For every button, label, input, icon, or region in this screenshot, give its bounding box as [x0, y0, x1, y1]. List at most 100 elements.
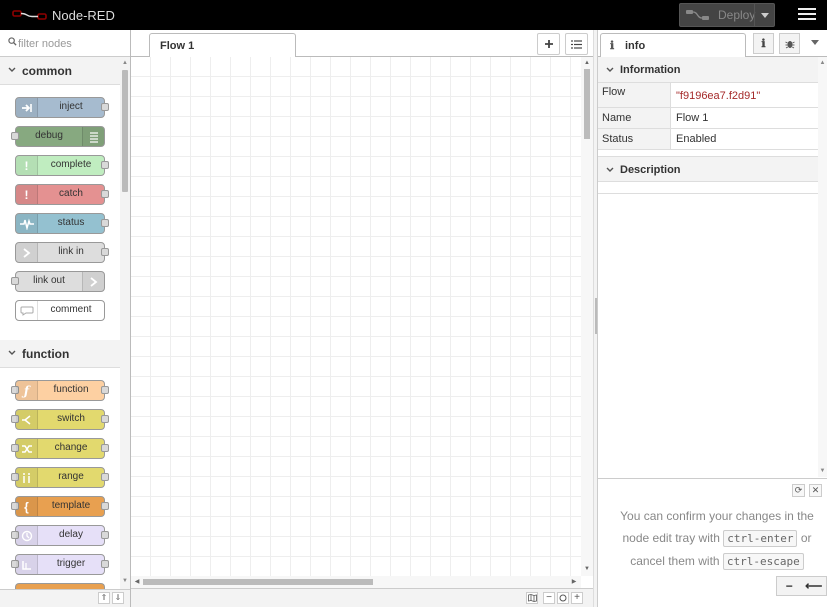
filter-nodes-input[interactable] [18, 35, 126, 52]
node-label: link in [58, 246, 84, 257]
scrollbar-thumb[interactable] [143, 579, 373, 585]
scroll-up-arrow-icon[interactable]: ▲ [122, 60, 128, 66]
function-icon: ƒ [16, 381, 38, 400]
output-port [101, 531, 109, 539]
trigger-icon [16, 555, 38, 574]
sidebar-scrollbar[interactable]: ▲ ▼ [818, 57, 827, 477]
bug-icon [784, 40, 795, 48]
refresh-icon[interactable]: ⟳ [792, 484, 805, 497]
palette-node-function[interactable]: ƒ function [11, 380, 109, 401]
palette-node-catch[interactable]: ! catch [15, 184, 109, 205]
sidebar-tab-bar: ℹ info ℹ [598, 30, 827, 58]
output-port [101, 190, 109, 198]
link-out-icon [82, 272, 104, 291]
palette-node-range[interactable]: range [11, 467, 109, 488]
arrow-in-icon [16, 98, 38, 117]
palette-node-comment[interactable]: comment [15, 300, 105, 321]
scroll-down-arrow-icon[interactable]: ▼ [583, 566, 591, 572]
workspace-footer: − + [131, 588, 593, 607]
info-table: Flow "f9196ea7.f2d91" Name Flow 1 Status… [598, 83, 818, 150]
node-palette: common inject debug ! complete [0, 30, 131, 607]
description-section-header[interactable]: Description [598, 156, 818, 182]
node-label: link out [33, 275, 65, 286]
scroll-down-arrow-icon[interactable]: ▼ [122, 578, 128, 584]
palette-node-delay[interactable]: delay [11, 525, 109, 546]
braces-icon: { [16, 497, 38, 516]
navigator-map-icon[interactable] [526, 592, 538, 604]
close-icon[interactable]: ✕ [809, 484, 822, 497]
scroll-up-arrow-icon[interactable]: ▲ [583, 60, 591, 66]
exclamation-icon: ! [16, 185, 38, 204]
output-port [101, 473, 109, 481]
node-label: comment [50, 304, 92, 315]
info-tab-button[interactable]: ℹ [753, 33, 774, 54]
palette-node-trigger[interactable]: trigger [11, 554, 109, 575]
chevron-down-icon [606, 167, 614, 172]
info-value: Flow 1 [676, 112, 709, 124]
output-port [101, 386, 109, 394]
description-area [598, 182, 818, 194]
add-flow-button[interactable] [537, 33, 560, 55]
zoom-in-icon[interactable]: + [571, 592, 583, 604]
palette-footer: ⇑ ⇓ [0, 589, 130, 607]
sidebar-tabs-caret-icon[interactable] [811, 40, 819, 46]
switch-icon [16, 410, 38, 429]
confirm-shortcut: ctrl-enter [723, 530, 798, 547]
category-header-function[interactable]: function [0, 340, 120, 367]
minimize-icon[interactable]: − [777, 579, 802, 593]
chevron-down-icon [8, 350, 16, 355]
main-menu-icon[interactable] [796, 6, 818, 24]
palette-node-template[interactable]: { template [11, 496, 109, 517]
palette-node-link-in[interactable]: link in [15, 242, 109, 263]
workspace-horizontal-scrollbar[interactable]: ◀ ▶ [131, 576, 581, 588]
node-label: status [57, 217, 85, 228]
info-key: Name [598, 108, 671, 128]
tab-flow-1[interactable]: Flow 1 [149, 33, 296, 58]
palette-node-status[interactable]: status [15, 213, 109, 234]
palette-node-change[interactable]: change [11, 438, 109, 459]
palette-node-switch[interactable]: switch [11, 409, 109, 430]
palette-node-link-out[interactable]: link out [11, 271, 105, 292]
node-label: switch [57, 413, 85, 424]
scrollbar-thumb[interactable] [122, 70, 128, 192]
link-in-icon [16, 243, 38, 262]
deploy-menu-caret-icon[interactable] [754, 4, 774, 26]
information-section-header[interactable]: Information [598, 57, 818, 83]
zoom-out-icon[interactable]: − [543, 592, 555, 604]
collapse-all-icon[interactable]: ⇑ [98, 592, 110, 604]
scroll-right-arrow-icon[interactable]: ▶ [571, 579, 577, 585]
section-title: Description [620, 164, 681, 176]
scroll-down-arrow-icon[interactable]: ▼ [819, 468, 826, 474]
arrow-left-icon[interactable]: ⟵ [802, 579, 827, 593]
search-icon [8, 37, 17, 46]
flow-list-button[interactable] [565, 33, 588, 55]
scroll-up-arrow-icon[interactable]: ▲ [819, 60, 826, 66]
category-header-common[interactable]: common [0, 57, 120, 84]
node-red-logo-icon [12, 6, 48, 24]
zoom-reset-icon[interactable] [557, 592, 569, 604]
debug-tab-button[interactable] [779, 33, 800, 54]
flow-canvas[interactable] [131, 57, 583, 576]
category-label: function [22, 347, 70, 361]
palette-node-debug[interactable]: debug [11, 126, 105, 147]
node-label: range [58, 471, 84, 482]
workspace-vertical-scrollbar[interactable]: ▲ ▼ [581, 57, 593, 576]
node-label: complete [50, 159, 92, 170]
node-label: trigger [56, 558, 86, 569]
expand-all-icon[interactable]: ⇓ [112, 592, 124, 604]
palette-categories: common inject debug ! complete ! catch s… [0, 57, 120, 607]
help-tray-controls: − ⟵ [776, 576, 827, 596]
palette-node-complete[interactable]: ! complete [15, 155, 109, 176]
app-title: Node-RED [52, 8, 115, 23]
palette-scrollbar[interactable]: ▲ ▼ [120, 57, 130, 585]
chevron-down-icon [8, 67, 16, 72]
output-port [101, 219, 109, 227]
palette-node-inject[interactable]: inject [15, 97, 109, 118]
info-value: "f9196ea7.f2d91" [676, 90, 761, 102]
tab-info[interactable]: ℹ info [600, 33, 746, 58]
output-port [101, 161, 109, 169]
scroll-left-arrow-icon[interactable]: ◀ [134, 579, 140, 585]
comment-icon [16, 301, 38, 320]
deploy-button[interactable]: Deploy [679, 3, 775, 27]
scrollbar-thumb[interactable] [584, 69, 590, 139]
